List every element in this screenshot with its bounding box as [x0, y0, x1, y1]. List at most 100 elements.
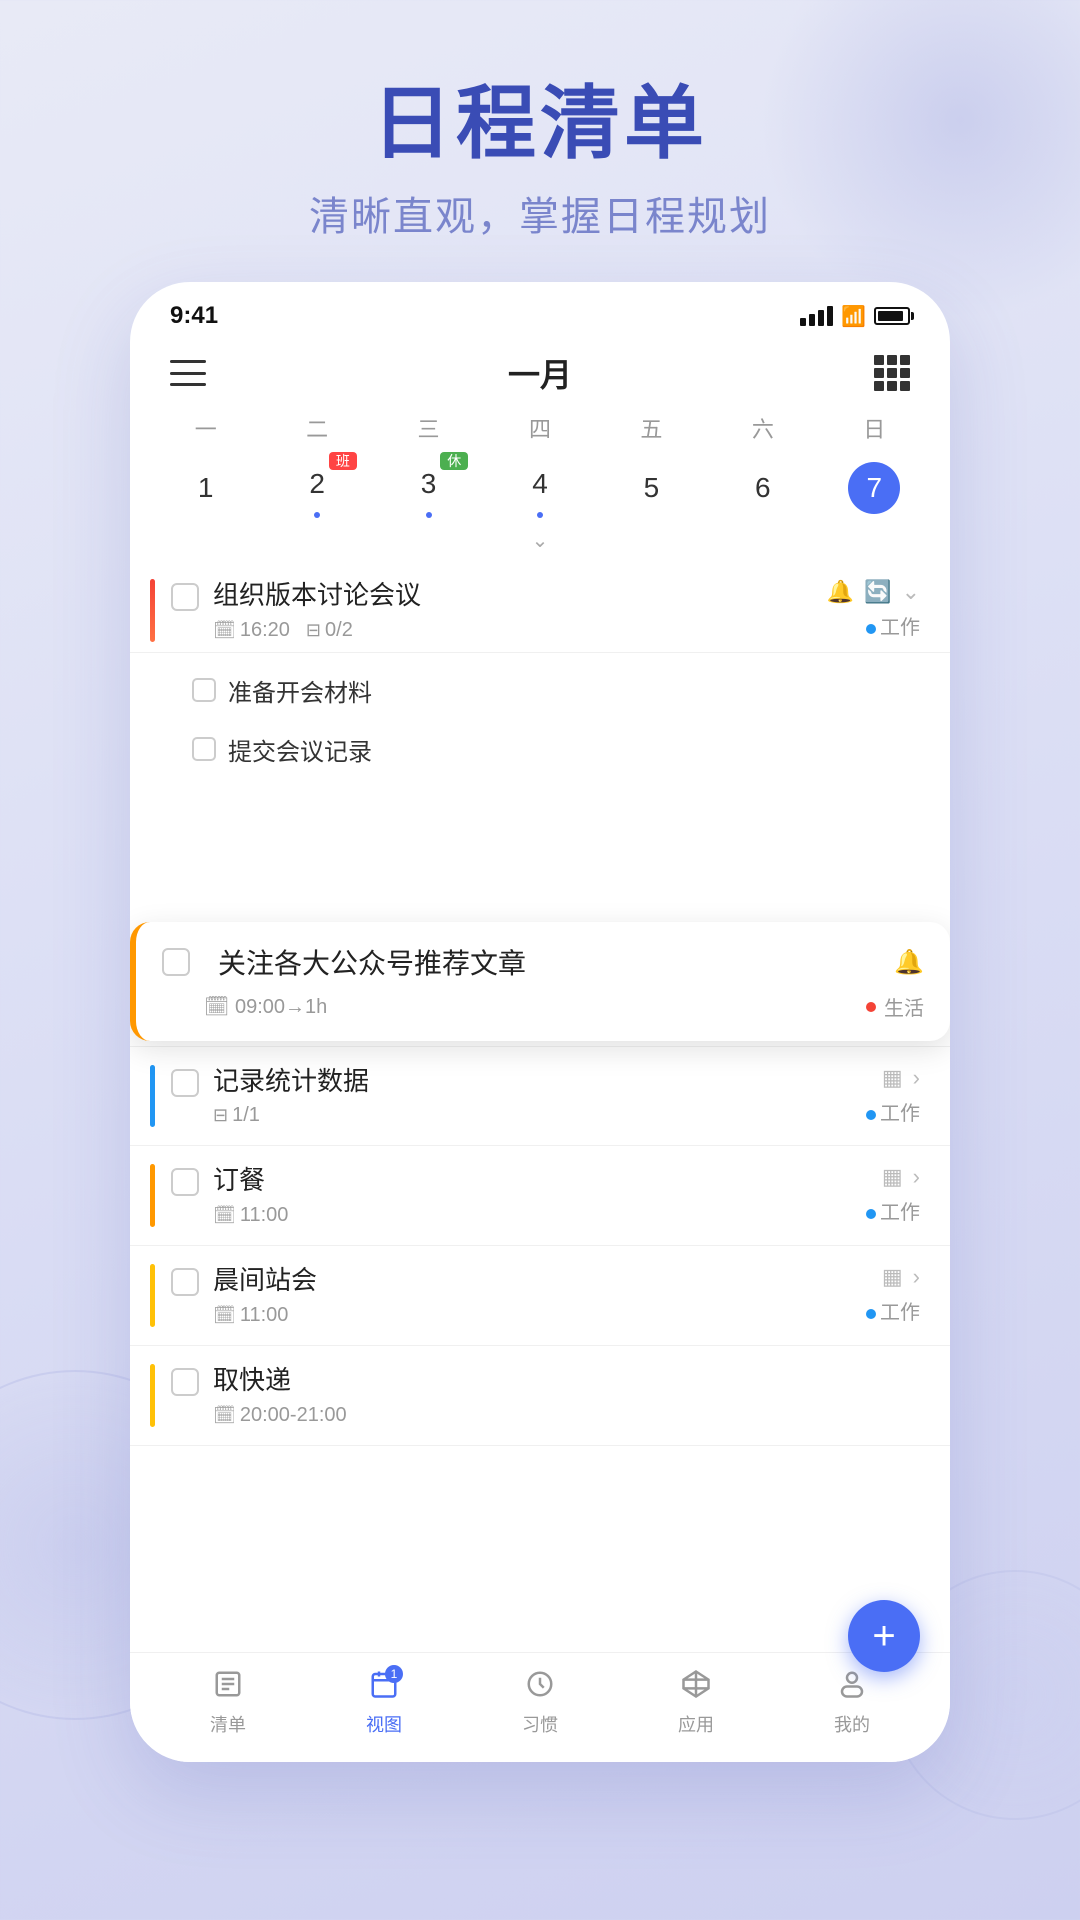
- subtask-list-1: 准备开会材料 提交会议记录: [130, 653, 950, 787]
- task-item-6[interactable]: 晨间站会 🗓 11:00 ▦ › 工作: [130, 1246, 950, 1346]
- bell-icon-1[interactable]: 🔔: [827, 579, 854, 605]
- nav-label-habits: 习惯: [522, 1711, 558, 1737]
- subtask-item-1[interactable]: 准备开会材料: [192, 661, 950, 720]
- task-subtask-4: ⊟ 1/1: [213, 1104, 260, 1127]
- task-time-7: 🗓 20:00-21:00: [213, 1404, 347, 1427]
- status-icons: 📶: [800, 304, 910, 329]
- task-right-1: 🔔 🔄 ⌄ 工作: [827, 579, 920, 640]
- floating-checkbox[interactable]: [162, 948, 190, 976]
- badge-class: 班: [329, 452, 357, 470]
- task-time-6: 🗓 11:00: [213, 1304, 288, 1327]
- day-headers: 一 二 三 四 五 六 日: [130, 412, 950, 444]
- task-accent-bar-5: [150, 1164, 155, 1227]
- task-tag-5: 工作: [866, 1196, 920, 1225]
- floating-time: 🗓 09:00→1h: [204, 994, 327, 1019]
- floating-title: 关注各大公众号推荐文章: [218, 942, 880, 982]
- repeat-icon-1[interactable]: 🔄: [864, 579, 891, 605]
- task-tag-4: 工作: [866, 1097, 920, 1126]
- date-cell-7[interactable]: 7: [819, 456, 930, 520]
- task-meta-4: ⊟ 1/1: [213, 1104, 840, 1127]
- nav-item-list[interactable]: 清单: [150, 1669, 306, 1737]
- floating-bell-icon[interactable]: 🔔: [894, 948, 924, 977]
- floating-card-header: 关注各大公众号推荐文章 🔔: [162, 942, 924, 982]
- task-time-5: 🗓 11:00: [213, 1204, 288, 1227]
- task-accent-bar: [150, 579, 155, 642]
- calendar-nav-icon: 1: [369, 1669, 399, 1707]
- floating-card-meta: 🗓 09:00→1h 生活: [162, 992, 924, 1021]
- page-subtitle: 清晰直观，掌握日程规划: [0, 184, 1080, 242]
- nav-label-list: 清单: [210, 1711, 246, 1737]
- task-title-1: 组织版本讨论会议: [213, 579, 827, 613]
- date-cell-4[interactable]: 4: [484, 452, 595, 524]
- subtask-checkbox-1[interactable]: [192, 678, 216, 702]
- grid-icon-5[interactable]: ▦: [882, 1164, 903, 1190]
- date-cell-5[interactable]: 5: [596, 456, 707, 520]
- arrow-icon-5[interactable]: ›: [913, 1164, 920, 1190]
- task-checkbox-4[interactable]: [171, 1069, 199, 1097]
- floating-task-card[interactable]: 关注各大公众号推荐文章 🔔 🗓 09:00→1h 生活: [130, 922, 950, 1041]
- menu-icon[interactable]: [170, 360, 206, 386]
- floating-tag: 生活: [866, 992, 924, 1021]
- nav-item-apps[interactable]: 应用: [618, 1669, 774, 1737]
- badge-holiday: 休: [440, 452, 468, 470]
- nav-label-view: 视图: [366, 1711, 402, 1737]
- status-time: 9:41: [170, 302, 218, 330]
- profile-icon: [837, 1669, 867, 1707]
- grid-icon-4[interactable]: ▦: [882, 1065, 903, 1091]
- expand-icon-1[interactable]: ⌄: [902, 579, 920, 605]
- grid-icon-6[interactable]: ▦: [882, 1264, 903, 1290]
- task-meta-5: 🗓 11:00: [213, 1204, 840, 1227]
- task-checkbox-7[interactable]: [171, 1368, 199, 1396]
- task-content-1: 组织版本讨论会议 🗓 16:20 ⊟ 0/2: [213, 579, 827, 642]
- signal-icon: [800, 306, 833, 326]
- task-title-5: 订餐: [213, 1164, 840, 1198]
- bottom-nav: 清单 1 视图 习惯: [130, 1652, 950, 1762]
- habits-icon: [525, 1669, 555, 1707]
- subtask-title-2: 提交会议记录: [228, 732, 372, 767]
- task-item-7[interactable]: 取快递 🗓 20:00-21:00: [130, 1346, 950, 1446]
- calendar-grid-icon[interactable]: [874, 355, 910, 391]
- task-content-4: 记录统计数据 ⊟ 1/1: [213, 1065, 840, 1128]
- subtask-checkbox-2[interactable]: [192, 737, 216, 761]
- task-item-4[interactable]: 记录统计数据 ⊟ 1/1 ▦ › 工作: [130, 1047, 950, 1147]
- nav-item-habits[interactable]: 习惯: [462, 1669, 618, 1737]
- task-time-1: 🗓 16:20: [213, 619, 290, 642]
- task-right-6: ▦ › 工作: [840, 1264, 920, 1325]
- date-row: 1 2 班 3 休 4 5 6 7: [130, 452, 950, 524]
- arrow-icon-4[interactable]: ›: [913, 1065, 920, 1091]
- nav-item-view[interactable]: 1 视图: [306, 1669, 462, 1737]
- date-cell-2[interactable]: 2 班: [261, 452, 372, 524]
- date-cell-6[interactable]: 6: [707, 456, 818, 520]
- task-item-1[interactable]: 组织版本讨论会议 🗓 16:20 ⊟ 0/2 🔔 🔄 ⌄ 工: [130, 561, 950, 653]
- task-accent-bar-7: [150, 1364, 155, 1427]
- phone-mockup: 9:41 📶 一月 一 二: [130, 282, 950, 1762]
- task-accent-bar-6: [150, 1264, 155, 1327]
- calendar-expand-icon[interactable]: ⌄: [130, 528, 950, 553]
- task-content-6: 晨间站会 🗓 11:00: [213, 1264, 840, 1327]
- date-cell-1[interactable]: 1: [150, 456, 261, 520]
- arrow-icon-6[interactable]: ›: [913, 1264, 920, 1290]
- task-item-5[interactable]: 订餐 🗓 11:00 ▦ › 工作: [130, 1146, 950, 1246]
- day-header-sun: 日: [819, 412, 930, 444]
- day-header-sat: 六: [707, 412, 818, 444]
- status-bar: 9:41 📶: [130, 282, 950, 340]
- battery-icon: [874, 307, 910, 325]
- task-title-6: 晨间站会: [213, 1264, 840, 1298]
- task-title-4: 记录统计数据: [213, 1065, 840, 1099]
- task-meta-7: 🗓 20:00-21:00: [213, 1404, 840, 1427]
- task-checkbox-1[interactable]: [171, 583, 199, 611]
- nav-label-apps: 应用: [678, 1711, 714, 1737]
- subtask-item-2[interactable]: 提交会议记录: [192, 720, 950, 779]
- add-task-fab[interactable]: +: [848, 1600, 920, 1672]
- day-header-tue: 二: [261, 412, 372, 444]
- nav-item-profile[interactable]: 我的: [774, 1669, 930, 1737]
- task-checkbox-6[interactable]: [171, 1268, 199, 1296]
- date-cell-3[interactable]: 3 休: [373, 452, 484, 524]
- task-checkbox-5[interactable]: [171, 1168, 199, 1196]
- page-title: 日程清单: [0, 80, 1080, 168]
- task-content-5: 订餐 🗓 11:00: [213, 1164, 840, 1227]
- nav-label-profile: 我的: [834, 1711, 870, 1737]
- nav-badge-view: 1: [385, 1665, 403, 1683]
- task-right-4: ▦ › 工作: [840, 1065, 920, 1126]
- task-list: 组织版本讨论会议 🗓 16:20 ⊟ 0/2 🔔 🔄 ⌄ 工: [130, 561, 950, 1546]
